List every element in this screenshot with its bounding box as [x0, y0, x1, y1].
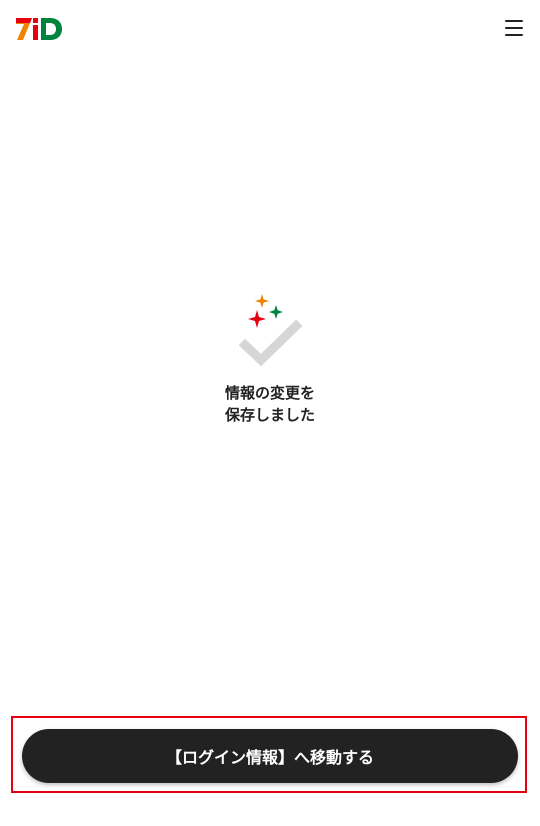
- sparkle-check-icon: [238, 294, 303, 367]
- go-to-login-info-button[interactable]: 【ログイン情報】へ移動する: [22, 729, 518, 783]
- success-text-line2: 保存しました: [224, 406, 315, 424]
- page: 情報の変更を 保存しました 【ログイン情報】へ移動する: [0, 0, 540, 826]
- menu-bar: [505, 34, 523, 36]
- success-text: 情報の変更を 保存しました: [0, 382, 540, 426]
- hamburger-menu-icon[interactable]: [502, 16, 526, 40]
- logo-mark: [16, 18, 62, 40]
- menu-bar: [505, 20, 523, 22]
- success-text-line1: 情報の変更を: [224, 384, 315, 402]
- seven-id-logo[interactable]: [14, 15, 64, 43]
- header: [0, 0, 540, 58]
- menu-bar: [505, 27, 523, 29]
- action-highlight-frame: 【ログイン情報】へ移動する: [11, 716, 527, 793]
- save-success-message: 情報の変更を 保存しました: [0, 290, 540, 426]
